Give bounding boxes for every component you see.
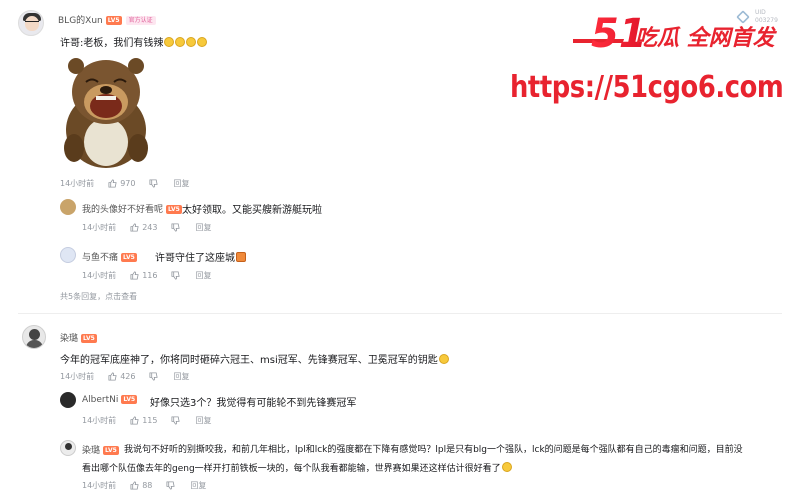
thumbs-down-icon[interactable]	[171, 416, 181, 425]
thumbs-down-icon[interactable]	[149, 179, 159, 188]
reply-meta: 14小时前 116 回复	[82, 270, 211, 281]
level-badge: LV5	[103, 446, 119, 455]
certification-tag: 官方认证	[125, 16, 156, 25]
thumbs-up-icon[interactable]	[130, 416, 139, 425]
comment-meta: 14小时前 426 回复	[60, 371, 189, 382]
brand-text: 吃瓜 全网首发	[635, 25, 778, 51]
reply-text: 太好领取。又能买艘新游艇玩啦	[182, 205, 322, 216]
bear-sticker-image[interactable]	[60, 52, 152, 170]
avatar[interactable]	[22, 325, 46, 349]
corner-id: UID 003279	[755, 9, 778, 24]
reply-button[interactable]: 回复	[195, 270, 211, 281]
reply-text: 我说句不好听的别撕咬我，和前几年相比，lpl和lck的强度都在下降有感觉吗？lp…	[124, 445, 743, 455]
comment-text: 今年的冠军底座神了，你将同时砸碎六冠王、msi冠军、先锋赛冠军、卫冕冠军的钥匙	[60, 351, 449, 366]
emoji-icon	[438, 354, 449, 364]
reply-button[interactable]: 回复	[173, 178, 189, 189]
like-count: 970	[120, 179, 136, 188]
reply-button[interactable]: 回复	[190, 480, 206, 491]
reply-username[interactable]: 染璐 LV5	[82, 443, 119, 456]
watermark-url: https://51cgo6.com	[510, 70, 784, 105]
reply-username[interactable]: 我的头像好不好看呢 LV5	[82, 202, 182, 215]
avatar[interactable]	[60, 247, 76, 263]
like-count: 115	[142, 416, 158, 425]
reply-button[interactable]: 回复	[195, 415, 211, 426]
comment-time: 14小时前	[60, 372, 95, 381]
comment-username[interactable]: BLG的Xun LV5 官方认证	[58, 13, 156, 26]
like-count: 243	[142, 223, 158, 232]
reply-time: 14小时前	[82, 416, 117, 425]
avatar[interactable]	[60, 199, 76, 215]
like-count: 426	[120, 372, 136, 381]
view-more-link[interactable]: 点击查看	[105, 292, 137, 301]
like-count: 116	[142, 271, 158, 280]
thumbs-down-icon[interactable]	[171, 223, 181, 232]
avatar[interactable]	[60, 392, 76, 408]
emoji-icon	[186, 37, 197, 47]
emoji-icon	[164, 37, 175, 47]
comment-time: 14小时前	[60, 179, 95, 188]
avatar[interactable]	[18, 10, 44, 36]
reply-button[interactable]: 回复	[173, 371, 189, 382]
avatar[interactable]	[60, 440, 76, 456]
thumbs-down-icon[interactable]	[149, 372, 159, 381]
reply-button[interactable]: 回复	[195, 222, 211, 233]
thumbs-up-icon[interactable]	[130, 223, 139, 232]
reply-text: 好像只选3个？我觉得有可能轮不到先锋赛冠军	[150, 398, 357, 409]
reply-meta: 14小时前 88 回复	[82, 480, 206, 491]
reply-time: 14小时前	[82, 481, 117, 490]
level-badge: LV5	[166, 205, 182, 214]
thumbs-up-icon[interactable]	[108, 372, 117, 381]
thumbs-up-icon[interactable]	[130, 271, 139, 280]
thumbs-up-icon[interactable]	[108, 179, 117, 188]
divider	[18, 313, 782, 314]
level-badge: LV5	[121, 253, 137, 262]
comment-text: 许哥:老板，我们有钱辣	[60, 34, 208, 49]
reply-time: 14小时前	[82, 271, 117, 280]
view-more-replies[interactable]: 共5条回复，点击查看	[60, 291, 137, 302]
reply-meta: 14小时前 243 回复	[82, 222, 211, 233]
comment-username[interactable]: 染璐 LV5	[60, 331, 97, 344]
reply-text: 许哥守住了这座城	[155, 249, 246, 264]
thumbs-up-icon[interactable]	[130, 481, 139, 490]
level-badge: LV5	[121, 395, 138, 404]
fire-emoji-icon	[236, 252, 246, 262]
level-badge: LV5	[81, 334, 97, 343]
reply-username[interactable]: AlbertNi LV5	[82, 395, 138, 405]
thumbs-down-icon[interactable]	[166, 481, 175, 490]
reply-text-line2: 看出哪个队伍像去年的geng一样开打前铁板一块的，每个队我看都能输，世界赛如果还…	[82, 461, 512, 474]
reply-username[interactable]: 与鱼不痛 LV5	[82, 250, 137, 263]
emoji-icon	[501, 462, 512, 472]
thumbs-down-icon[interactable]	[171, 271, 181, 280]
emoji-icon	[197, 37, 208, 47]
comment-meta: 14小时前 970 回复	[60, 178, 189, 189]
emoji-icon	[175, 37, 186, 47]
like-count: 88	[142, 481, 153, 490]
reply-time: 14小时前	[82, 223, 117, 232]
reply-meta: 14小时前 115 回复	[82, 415, 211, 426]
level-badge: LV5	[105, 16, 122, 25]
